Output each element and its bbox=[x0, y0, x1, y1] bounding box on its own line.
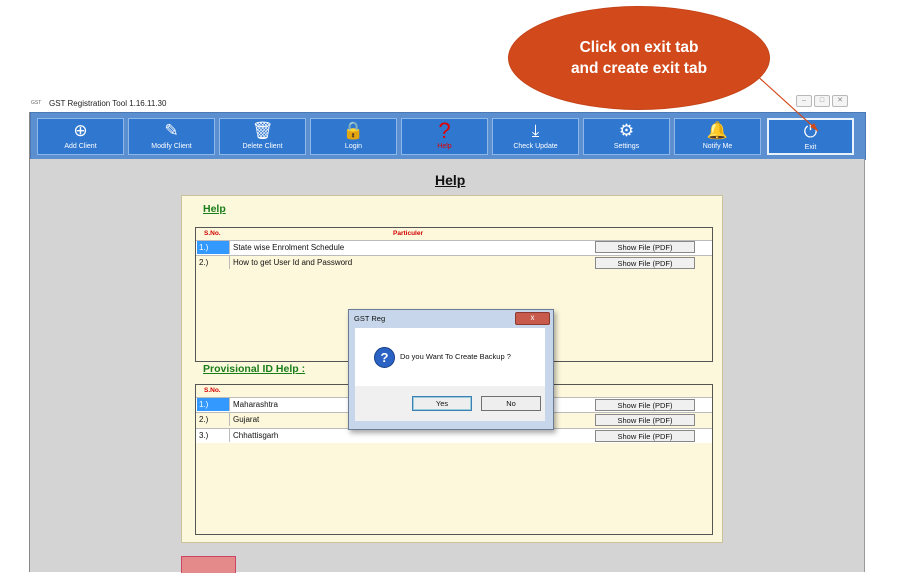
delete-client-label: Delete Client bbox=[242, 143, 283, 150]
table-row[interactable]: 1.) State wise Enrolment Schedule Show F… bbox=[196, 240, 712, 255]
show-file-pdf-button[interactable]: Show File (PDF) bbox=[595, 414, 695, 426]
exit-button[interactable]: ⏻ Exit bbox=[767, 118, 854, 155]
row-sno: 3.) bbox=[197, 429, 230, 442]
row-sno: 1.) bbox=[197, 398, 230, 411]
page-title: Help bbox=[435, 172, 466, 188]
add-client-label: Add Client bbox=[64, 143, 97, 150]
callout-line-2: and create exit tab bbox=[570, 60, 708, 77]
modify-client-label: Modify Client bbox=[151, 143, 192, 150]
yes-button[interactable]: Yes bbox=[412, 396, 472, 411]
download-icon: ⤓ bbox=[531, 121, 540, 140]
check-update-button[interactable]: ⤓ Check Update bbox=[492, 118, 579, 155]
help-label: Help bbox=[437, 143, 452, 150]
notify-me-button[interactable]: 🔔 Notify Me bbox=[674, 118, 761, 155]
window-controls: – □ ✕ bbox=[796, 95, 848, 107]
close-button[interactable]: ✕ bbox=[832, 95, 848, 107]
question-icon: ? bbox=[374, 347, 395, 368]
notify-me-label: Notify Me bbox=[702, 143, 733, 150]
window-left-edge bbox=[22, 112, 30, 572]
maximize-button[interactable]: □ bbox=[814, 95, 830, 107]
row-text: Maharashtra bbox=[233, 400, 278, 409]
show-file-pdf-button[interactable]: Show File (PDF) bbox=[595, 257, 695, 269]
provisional-col-sno: S.No. bbox=[204, 387, 221, 394]
lock-icon: 🔒 bbox=[342, 121, 365, 140]
row-sno: 2.) bbox=[197, 413, 230, 426]
settings-label: Settings bbox=[613, 143, 640, 150]
show-file-pdf-button[interactable]: Show File (PDF) bbox=[595, 241, 695, 253]
annotation-callout: Click on exit tab and create exit tab bbox=[509, 7, 769, 109]
dialog-body: ? Do you Want To Create Backup ? bbox=[355, 328, 545, 386]
dialog-title: GST Reg bbox=[354, 314, 386, 323]
app-logo-icon: GST bbox=[31, 100, 42, 106]
trash-icon: 🗑 bbox=[251, 121, 274, 140]
plus-circle-icon: ⊕ bbox=[73, 121, 88, 140]
exit-label: Exit bbox=[804, 144, 817, 151]
login-button[interactable]: 🔒 Login bbox=[310, 118, 397, 155]
help-section-title: Help bbox=[203, 203, 226, 215]
row-text: How to get User Id and Password bbox=[233, 258, 353, 267]
backup-dialog: GST Reg x ? Do you Want To Create Backup… bbox=[348, 309, 554, 430]
bell-icon: 🔔 bbox=[706, 121, 729, 140]
question-icon: ? bbox=[438, 118, 451, 143]
callout-line-1: Click on exit tab bbox=[579, 39, 699, 56]
row-text: State wise Enrolment Schedule bbox=[233, 243, 345, 252]
table-row[interactable]: 3.) Chhattisgarh Show File (PDF) bbox=[196, 428, 712, 443]
login-label: Login bbox=[344, 143, 363, 150]
check-update-label: Check Update bbox=[513, 143, 558, 150]
minimize-button[interactable]: – bbox=[796, 95, 812, 107]
row-text: Gujarat bbox=[233, 415, 260, 424]
main-toolbar: ⊕ Add Client ✎ Modify Client 🗑 Delete Cl… bbox=[30, 112, 866, 160]
gear-icon: ⚙ bbox=[618, 121, 635, 140]
no-button[interactable]: No bbox=[481, 396, 541, 411]
add-client-button[interactable]: ⊕ Add Client bbox=[37, 118, 124, 155]
row-sno: 2.) bbox=[197, 256, 230, 269]
help-button[interactable]: ? Help bbox=[401, 118, 488, 155]
window-title: GST Registration Tool 1.16.11.30 bbox=[49, 99, 167, 108]
help-col-sno: S.No. bbox=[204, 230, 221, 237]
show-file-pdf-button[interactable]: Show File (PDF) bbox=[595, 399, 695, 411]
settings-button[interactable]: ⚙ Settings bbox=[583, 118, 670, 155]
row-text: Chhattisgarh bbox=[233, 431, 279, 440]
delete-client-button[interactable]: 🗑 Delete Client bbox=[219, 118, 306, 155]
edit-icon: ✎ bbox=[164, 121, 179, 140]
window-titlebar: GST GST Registration Tool 1.16.11.30 bbox=[22, 96, 868, 112]
dialog-close-button[interactable]: x bbox=[515, 312, 550, 325]
show-file-pdf-button[interactable]: Show File (PDF) bbox=[595, 430, 695, 442]
modify-client-button[interactable]: ✎ Modify Client bbox=[128, 118, 215, 155]
bottom-red-tab[interactable] bbox=[181, 556, 236, 573]
dialog-footer: Yes No bbox=[355, 386, 545, 421]
dialog-message: Do you Want To Create Backup ? bbox=[400, 352, 511, 361]
table-row[interactable]: 2.) How to get User Id and Password Show… bbox=[196, 255, 712, 270]
power-icon: ⏻ bbox=[803, 122, 818, 141]
provisional-section-title: Provisional ID Help : bbox=[203, 363, 306, 375]
help-col-particular: Particuler bbox=[393, 230, 423, 237]
row-sno: 1.) bbox=[197, 241, 230, 254]
